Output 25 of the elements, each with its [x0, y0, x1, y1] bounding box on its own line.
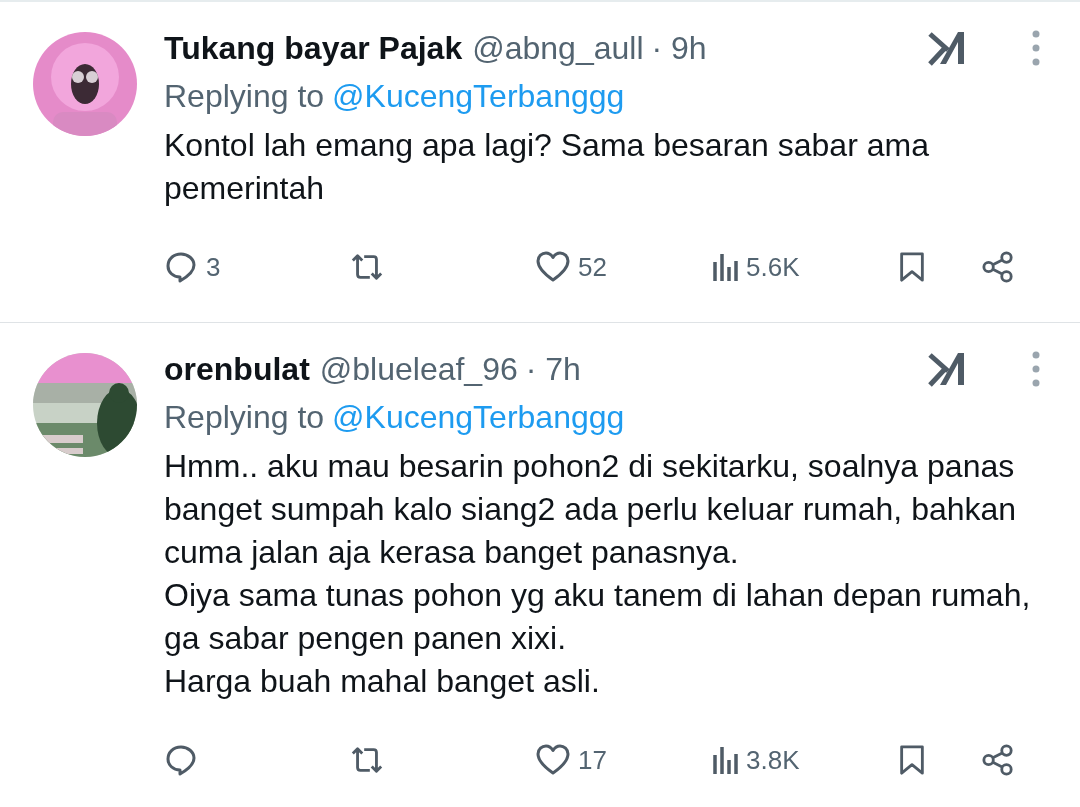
reply-icon[interactable] [164, 251, 198, 283]
view-count: 5.6K [746, 251, 800, 283]
post-time: · 9h [651, 29, 707, 67]
replying-label: Replying to [164, 399, 325, 435]
view-count: 3.8K [746, 744, 800, 776]
like-count: 17 [578, 744, 607, 776]
reply-count: 3 [206, 251, 221, 283]
post-text: Kontol lah emang apa lagi? Sama besaran sabar ama pemerintah [164, 126, 930, 208]
reply-icon[interactable] [164, 744, 198, 776]
like-count: 52 [578, 251, 607, 283]
repost-icon[interactable] [350, 251, 384, 283]
post-time: · 7h [525, 350, 581, 388]
bar-chart-icon[interactable] [712, 252, 738, 282]
repost-icon[interactable] [350, 744, 384, 776]
heart-icon[interactable] [536, 251, 570, 283]
share-icon[interactable] [981, 251, 1015, 283]
display-name[interactable]: orenbulat [164, 350, 310, 388]
heart-icon[interactable] [536, 744, 570, 776]
bar-chart-icon[interactable] [712, 745, 738, 775]
post-text: Hmm.. aku mau besarin pohon2 di sekitarku, soalnya panas banget sumpah kalo siang2 ada perlu keluar rumah, bahkan cuma jalan aja kerasa banget panasnya. Oiya sama tunas pohon yg aku tanem di lahan depan rumah, ga sabar pengen panen xixi. Harga buah mahal banget asli. [164, 447, 1032, 701]
display-name[interactable]: Tukang bayar Pajak [164, 29, 463, 67]
user-handle: @blueleaf_96 [319, 350, 518, 388]
share-icon[interactable] [981, 744, 1015, 776]
user-handle: @abng_aull [472, 29, 644, 67]
replying-label: Replying to [164, 78, 325, 114]
